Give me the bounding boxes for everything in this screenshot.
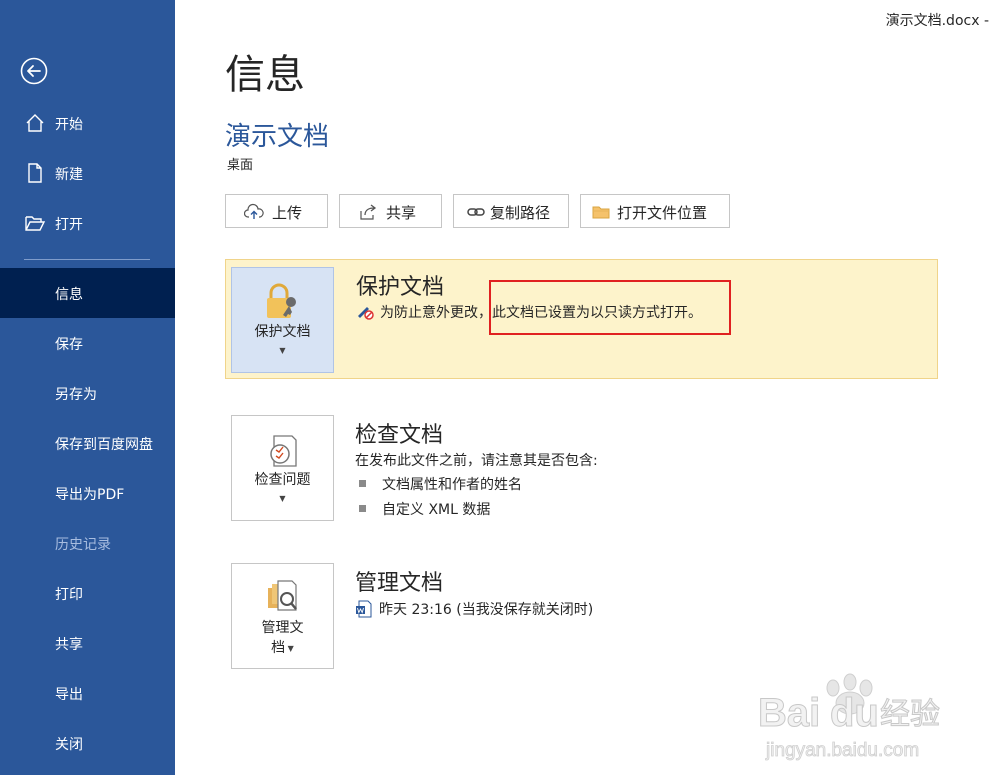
highlight-annotation-box xyxy=(489,280,731,335)
nav-close[interactable]: 关闭 xyxy=(0,718,175,768)
open-file-location-button[interactable]: 打开文件位置 xyxy=(580,194,730,228)
inspect-document-section: 检查问题 ▼ 检查文档 在发布此文件之前，请注意其是否包含: 文档属性和作者的姓… xyxy=(225,408,938,528)
baidu-logo-icon: Bai du 经验 jingyan.baidu.com xyxy=(758,673,941,761)
nav-save-as[interactable]: 另存为 xyxy=(0,368,175,418)
baidu-jingyan-watermark: Bai du 经验 jingyan.baidu.com xyxy=(758,668,988,775)
page-title: 信息 xyxy=(225,52,305,98)
chevron-down-icon: ▼ xyxy=(279,346,286,355)
word-document-icon xyxy=(356,600,372,618)
share-icon xyxy=(360,204,377,220)
manage-tile-label-line1: 管理文 xyxy=(261,620,304,636)
inspect-description: 在发布此文件之前，请注意其是否包含: xyxy=(355,453,598,469)
nav-close-label: 关闭 xyxy=(55,737,83,753)
nav-export[interactable]: 导出 xyxy=(0,668,175,718)
nav-print-label: 打印 xyxy=(55,587,83,603)
protect-title: 保护文档 xyxy=(356,275,445,300)
svg-text:du: du xyxy=(830,691,879,735)
nav-export-pdf[interactable]: 导出为PDF xyxy=(0,468,175,518)
new-document-icon xyxy=(28,163,42,183)
inspect-bullet-1: 文档属性和作者的姓名 xyxy=(382,477,522,493)
nav-share[interactable]: 共享 xyxy=(0,618,175,668)
nav-info[interactable]: 信息 xyxy=(0,268,175,318)
home-icon xyxy=(26,114,44,132)
version-entry-text: 昨天 23:16 (当我没保存就关闭时) xyxy=(379,602,594,618)
backstage-sidebar: 开始 新建 打开 信息 保存 另存为 保存到百度网盘 导出为PDF 历史记录 打… xyxy=(0,0,175,775)
nav-save-label: 保存 xyxy=(55,337,83,353)
nav-home[interactable]: 开始 xyxy=(0,98,175,148)
sidebar-divider xyxy=(24,259,150,260)
nav-open[interactable]: 打开 xyxy=(0,198,175,248)
nav-new[interactable]: 新建 xyxy=(0,148,175,198)
nav-history: 历史记录 xyxy=(0,518,175,568)
list-item: 自定义 XML 数据 xyxy=(359,499,490,519)
manage-title: 管理文档 xyxy=(355,571,444,596)
svg-text:jingyan.baidu.com: jingyan.baidu.com xyxy=(765,740,919,761)
inspect-document-icon xyxy=(270,435,297,467)
check-issues-tile-label: 检查问题 xyxy=(254,472,311,488)
nav-export-label: 导出 xyxy=(55,687,83,703)
nav-export-pdf-label: 导出为PDF xyxy=(55,487,125,503)
window-doc-title: 演示文档.docx - xyxy=(885,13,989,29)
link-icon xyxy=(467,208,485,216)
chevron-down-icon: ▼ xyxy=(279,494,286,503)
list-item: 文档属性和作者的姓名 xyxy=(359,474,522,494)
back-button[interactable] xyxy=(20,57,48,85)
manage-tile-label: 管理文 档 ▼ xyxy=(232,618,333,659)
upload-button[interactable]: 上传 xyxy=(225,194,328,228)
folder-open-icon xyxy=(25,216,46,231)
cloud-upload-icon xyxy=(244,203,264,219)
inspect-bullet-2: 自定义 XML 数据 xyxy=(382,502,491,518)
nav-new-label: 新建 xyxy=(55,167,83,183)
protect-tile-label: 保护文档 xyxy=(254,324,311,340)
nav-print[interactable]: 打印 xyxy=(0,568,175,618)
no-edit-icon xyxy=(358,307,374,320)
inspect-title: 检查文档 xyxy=(355,423,444,448)
copy-path-button[interactable]: 复制路径 xyxy=(453,194,569,228)
open-file-location-label: 打开文件位置 xyxy=(617,204,708,222)
manage-tile-label-line2: 档 xyxy=(271,640,286,656)
folder-icon xyxy=(592,206,610,219)
chevron-down-icon: ▼ xyxy=(285,644,294,653)
manage-document-icon xyxy=(268,580,297,611)
share-label: 共享 xyxy=(386,204,417,222)
lock-key-icon xyxy=(267,283,296,318)
nav-save-as-label: 另存为 xyxy=(55,387,97,403)
upload-label: 上传 xyxy=(272,204,303,222)
check-issues-button[interactable]: 检查问题 ▼ xyxy=(231,415,334,521)
protect-document-button[interactable]: 保护文档 ▼ xyxy=(231,267,334,373)
nav-open-label: 打开 xyxy=(55,217,83,233)
copy-path-label: 复制路径 xyxy=(490,204,551,222)
version-entry[interactable]: 昨天 23:16 (当我没保存就关闭时) xyxy=(355,599,593,619)
document-location: 桌面 xyxy=(227,158,254,173)
svg-text:经验: 经验 xyxy=(880,697,940,732)
nav-info-label: 信息 xyxy=(55,287,83,303)
nav-history-label: 历史记录 xyxy=(55,537,111,553)
nav-save-baidu[interactable]: 保存到百度网盘 xyxy=(0,418,175,468)
nav-save[interactable]: 保存 xyxy=(0,318,175,368)
nav-save-baidu-label: 保存到百度网盘 xyxy=(55,437,153,453)
back-arrow-icon xyxy=(20,57,48,85)
nav-home-label: 开始 xyxy=(55,117,83,133)
manage-document-button[interactable]: 管理文 档 ▼ xyxy=(231,563,334,669)
share-button[interactable]: 共享 xyxy=(339,194,442,228)
svg-text:Bai: Bai xyxy=(758,691,820,735)
manage-document-section: 管理文 档 ▼ 管理文档 昨天 23:16 (当我没保存就关闭时) xyxy=(225,556,938,676)
document-name: 演示文档 xyxy=(225,122,330,152)
nav-share-label: 共享 xyxy=(55,637,83,653)
